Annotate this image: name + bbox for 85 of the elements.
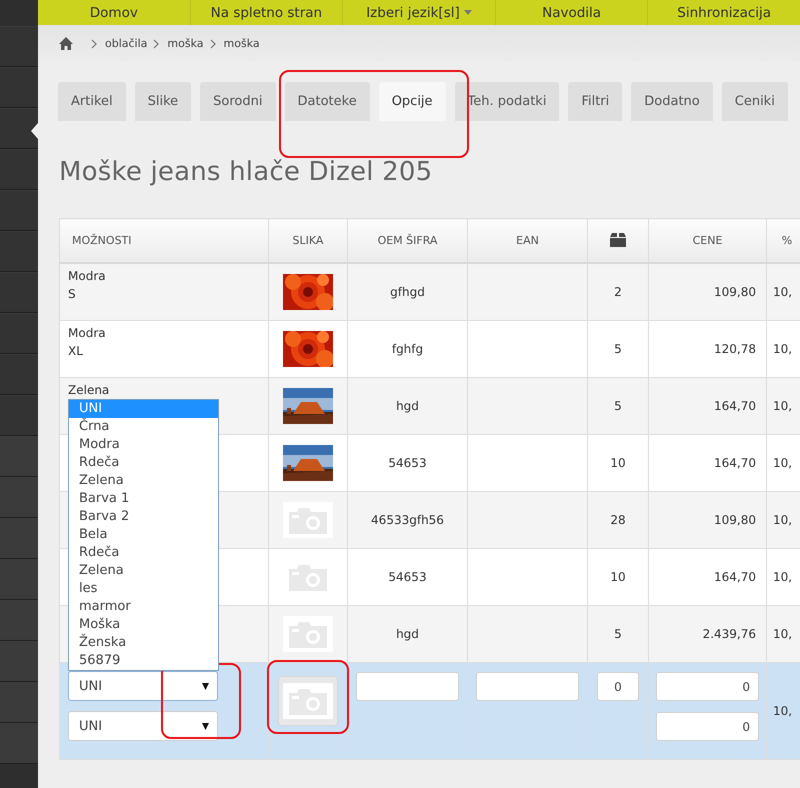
table-cell: 5 (614, 627, 622, 641)
table-cell: 46533gfh56 (371, 513, 444, 527)
table-cell: 54653 (388, 456, 427, 470)
tab[interactable]: Slike (134, 82, 192, 121)
tab[interactable]: Sorodni (200, 82, 276, 121)
table-cell: 54653 (388, 570, 427, 584)
table-cell: 10 (610, 570, 626, 584)
dropdown-option[interactable]: Modra (69, 436, 218, 454)
input-field[interactable] (476, 672, 579, 701)
column-header: CENE (692, 234, 722, 247)
column-header: % (782, 234, 792, 247)
table-cell: 164,70 (714, 570, 756, 584)
dropdown-option[interactable]: Rdeča (69, 544, 218, 562)
dropdown-option[interactable]: 56879 (69, 652, 218, 670)
table-cell: fghfg (392, 342, 424, 356)
option-value: S (68, 286, 77, 303)
dropdown-option[interactable]: Bela (69, 526, 218, 544)
image-upload-button[interactable] (278, 676, 338, 726)
table-cell: 109,80 (714, 285, 756, 299)
column-header: SLIKA (292, 234, 324, 247)
dropdown-option[interactable]: Zelena (69, 472, 218, 490)
option-value: XL (68, 343, 84, 360)
column-header: MOŽNOSTI (72, 234, 132, 247)
table-cell: 10, (773, 456, 792, 470)
dropdown-option[interactable]: Ženska (69, 634, 218, 652)
table-cell: 120,78 (714, 342, 756, 356)
dropdown-option[interactable]: Barva 1 (69, 490, 218, 508)
dropdown-option[interactable]: les (69, 580, 218, 598)
tab[interactable]: Artikel (58, 82, 126, 121)
dropdown-option[interactable]: marmor (69, 598, 218, 616)
nav-link[interactable]: Sinhronizacija (648, 0, 800, 25)
table-cell: 10, (773, 704, 792, 718)
table-cell: 5 (614, 399, 622, 413)
caret-icon (202, 682, 209, 690)
table-cell: 164,70 (714, 399, 756, 413)
sidebar-item[interactable] (0, 108, 38, 149)
option-value: Zelena (68, 382, 110, 399)
chevron-icon (210, 38, 216, 48)
tab[interactable]: Filtri (568, 82, 622, 121)
dropdown-option[interactable]: Zelena (69, 562, 218, 580)
input-field[interactable]: 0 (597, 672, 639, 701)
caret-icon (202, 722, 209, 730)
home-icon (59, 37, 73, 50)
dropdown-option[interactable]: Črna (69, 418, 218, 436)
table-cell: 10 (610, 456, 626, 470)
chevron-icon (153, 38, 160, 48)
select-field[interactable]: UNI (68, 671, 218, 701)
table-cell: hgd (396, 399, 419, 413)
table-cell: 10, (773, 513, 792, 527)
page-title: Moške jeans hlače Dizel 205 (59, 157, 434, 187)
table-cell: 10, (773, 399, 792, 413)
table-cell: 5 (614, 342, 622, 356)
table-cell: 10, (773, 627, 792, 641)
breadcrumb-link[interactable]: oblačila (105, 37, 148, 50)
table-cell: 2.439,76 (702, 627, 756, 641)
breadcrumb-link[interactable]: moška (167, 37, 204, 50)
dropdown-option[interactable]: Moška (69, 616, 218, 634)
pointer-icon (31, 123, 38, 139)
table-cell: 28 (610, 513, 626, 527)
dropdown-option[interactable]: Barva 2 (69, 508, 218, 526)
column-header: OEM ŠIFRA (378, 234, 438, 247)
tab[interactable]: Datoteke (284, 82, 370, 121)
table-cell: 10, (773, 570, 792, 584)
table-cell: 109,80 (714, 513, 756, 527)
input-field[interactable]: 0 (656, 672, 759, 701)
column-header: EAN (516, 234, 539, 247)
chevron-icon (91, 38, 97, 48)
table-cell: gfhgd (390, 285, 425, 299)
table-cell: 164,70 (714, 456, 756, 470)
tab[interactable]: Dodatno (631, 82, 713, 121)
breadcrumb-link[interactable]: moška (224, 37, 260, 50)
input-field[interactable] (356, 672, 459, 701)
tab[interactable]: Opcije (378, 82, 446, 121)
table-cell: hgd (396, 627, 419, 641)
option-value: Modra (68, 268, 107, 285)
tab[interactable]: Ceniki (722, 82, 788, 121)
dropdown-option[interactable]: Rdeča (69, 454, 218, 472)
table-cell: 10, (773, 342, 792, 356)
table-cell: 10, (773, 285, 792, 299)
select-field[interactable]: UNI (68, 711, 218, 741)
box-icon (609, 232, 627, 246)
tab[interactable]: Teh. podatki (454, 82, 560, 121)
option-value: Modra (68, 325, 107, 342)
table-cell: 2 (614, 285, 622, 299)
input-field[interactable]: 0 (656, 712, 759, 741)
